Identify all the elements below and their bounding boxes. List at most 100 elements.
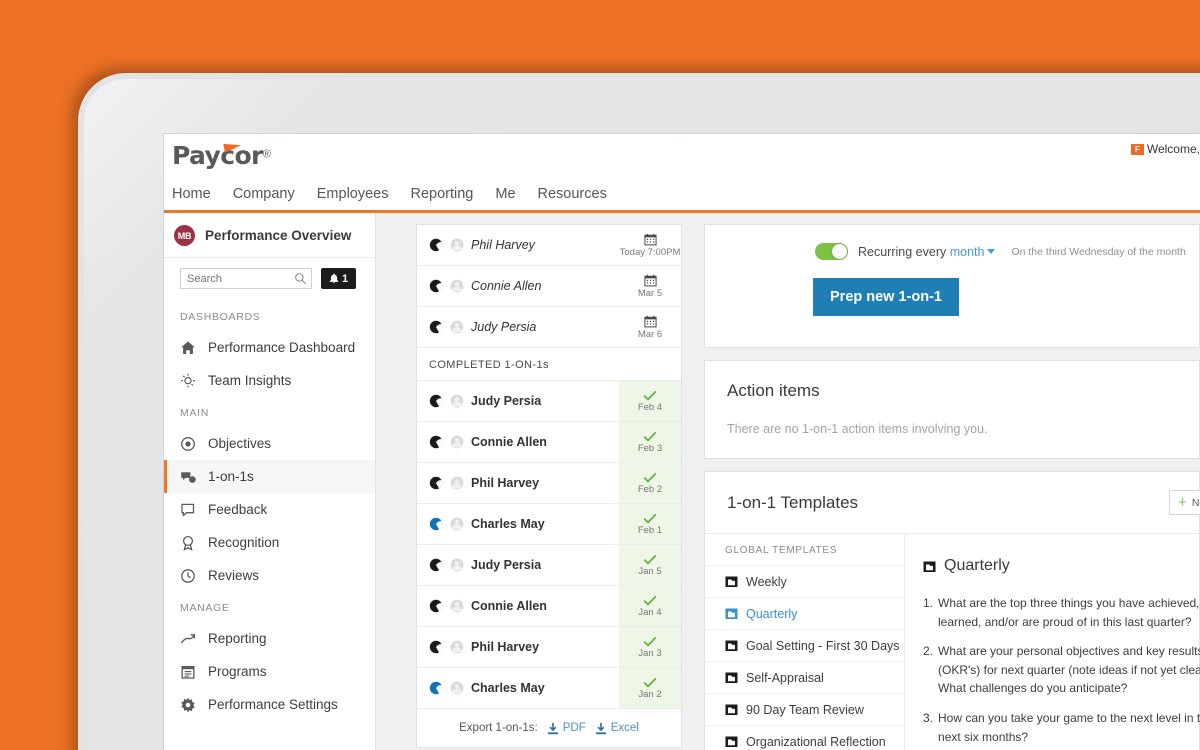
- export-pdf-link[interactable]: PDF: [547, 722, 586, 735]
- search-icon[interactable]: [294, 272, 307, 285]
- sidebar-item-team-insights[interactable]: Team Insights: [164, 364, 375, 397]
- list-item[interactable]: Judy Persia Mar 6: [417, 307, 681, 348]
- target-icon: [181, 436, 195, 451]
- paycor-logo[interactable]: Paycor®: [172, 140, 271, 170]
- table-row[interactable]: Phil Harvey Jan 3: [417, 627, 681, 668]
- nav-item-employees[interactable]: Employees: [317, 187, 401, 202]
- sidebar-item-programs[interactable]: Programs: [164, 655, 375, 688]
- question-text: What are the top three things you have a…: [938, 596, 1200, 629]
- sidebar-item-label: Reporting: [208, 631, 267, 646]
- status-circle-icon: [429, 394, 443, 408]
- sidebar-item-label: Team Insights: [208, 373, 292, 388]
- oneonone-date-cell: Jan 4: [619, 586, 681, 626]
- status-circle-icon: [429, 238, 443, 252]
- avatar-icon: [450, 517, 464, 531]
- recurring-frequency-dropdown[interactable]: month: [950, 245, 985, 259]
- brand-bar: Paycor® F Welcome,: [164, 134, 1200, 187]
- table-row[interactable]: Judy Persia Feb 4: [417, 381, 681, 422]
- template-item-weekly[interactable]: Weekly: [705, 565, 904, 597]
- table-row[interactable]: Charles May Feb 1: [417, 504, 681, 545]
- list-item[interactable]: Phil Harvey Today 7:00PM: [417, 225, 681, 266]
- sidebar-item-reporting[interactable]: Reporting: [164, 622, 375, 655]
- oneonone-date-cell: Jan 3: [619, 627, 681, 667]
- table-row[interactable]: Judy Persia Jan 5: [417, 545, 681, 586]
- oneonone-date: Jan 5: [638, 565, 662, 577]
- sidebar-item-label: Performance Settings: [208, 697, 338, 712]
- recurring-toggle[interactable]: [815, 243, 848, 260]
- sidebar-item-reviews[interactable]: Reviews: [164, 559, 375, 592]
- oneonone-person: Phil Harvey: [417, 463, 619, 503]
- plus-icon: +: [1178, 494, 1187, 511]
- sidebar-item-label: Reviews: [208, 568, 260, 583]
- avatar-icon: [450, 476, 464, 490]
- export-excel-link[interactable]: Excel: [595, 722, 639, 735]
- recurring-panel: Recurring every month On the third Wedne…: [704, 224, 1200, 348]
- prep-new-1on1-button[interactable]: Prep new 1-on-1: [813, 278, 959, 316]
- sidebar-item-objectives[interactable]: Objectives: [164, 427, 375, 460]
- table-row[interactable]: Phil Harvey Feb 2: [417, 463, 681, 504]
- table-row[interactable]: Charles May Jan 2: [417, 668, 681, 709]
- templates-title: 1-on-1 Templates: [727, 492, 859, 512]
- nav-item-resources[interactable]: Resources: [538, 187, 619, 202]
- recurring-label: Recurring every month: [858, 245, 996, 259]
- avatar-icon: [450, 279, 464, 293]
- templates-body: GLOBAL TEMPLATES Weekly Quarterly Goal S…: [705, 534, 1200, 750]
- question-number: 3.: [923, 710, 934, 725]
- avatar-icon: [450, 599, 464, 613]
- action-items-title: Action items: [727, 381, 820, 400]
- avatar-icon: [450, 320, 464, 334]
- person-name: Phil Harvey: [471, 238, 535, 252]
- nav-item-reporting[interactable]: Reporting: [410, 187, 485, 202]
- calendar-icon: [643, 274, 657, 286]
- person-name: Charles May: [471, 517, 545, 531]
- template-item-quarterly[interactable]: Quarterly: [705, 597, 904, 629]
- template-file-icon: [725, 608, 738, 619]
- avatar: MB: [174, 225, 195, 246]
- search-box[interactable]: [180, 268, 312, 289]
- oneonone-date: Jan 4: [638, 606, 662, 618]
- person-name: Charles May: [471, 681, 545, 695]
- sidebar-item-1-on-1s[interactable]: 1-on-1s: [164, 460, 375, 493]
- welcome-area[interactable]: F Welcome,: [1130, 142, 1200, 156]
- nav-item-home[interactable]: Home: [172, 187, 223, 202]
- sidebar-item-performance-dashboard[interactable]: Performance Dashboard: [164, 331, 375, 364]
- calendar-icon: [643, 233, 657, 245]
- sidebar-item-performance-settings[interactable]: Performance Settings: [164, 688, 375, 721]
- template-questions: 1. What are the top three things you hav…: [923, 594, 1200, 750]
- new-template-button[interactable]: + New ter: [1169, 490, 1200, 515]
- checkmark-icon: [643, 595, 657, 606]
- template-item-self-appraisal[interactable]: Self-Appraisal: [705, 661, 904, 693]
- nav-item-company[interactable]: Company: [233, 187, 307, 202]
- template-item-90-day-team-review[interactable]: 90 Day Team Review: [705, 693, 904, 725]
- template-item-organizational-reflection[interactable]: Organizational Reflection: [705, 725, 904, 750]
- toggle-knob: [832, 244, 847, 259]
- question-text: How can you take your game to the next l…: [938, 710, 1200, 744]
- oneonone-person: Phil Harvey: [417, 627, 619, 667]
- nav-item-me[interactable]: Me: [495, 187, 527, 202]
- person-name: Judy Persia: [471, 394, 542, 408]
- logo-registered-mark: ®: [262, 148, 271, 161]
- template-item-goal-setting[interactable]: Goal Setting - First 30 Days: [705, 629, 904, 661]
- status-circle-icon: [429, 476, 443, 490]
- sidebar-item-recognition[interactable]: Recognition: [164, 526, 375, 559]
- notification-count: 1: [342, 272, 349, 285]
- status-circle-icon: [429, 599, 443, 613]
- table-row[interactable]: Connie Allen Jan 4: [417, 586, 681, 627]
- checkmark-icon: [643, 636, 657, 647]
- list-item[interactable]: Connie Allen Mar 5: [417, 266, 681, 307]
- template-question: 2. What are your personal objectives and…: [923, 642, 1200, 698]
- table-row[interactable]: Connie Allen Feb 3: [417, 422, 681, 463]
- search-input[interactable]: [181, 269, 293, 289]
- avatar-icon: [450, 558, 464, 572]
- trend-up-icon: [180, 633, 196, 643]
- chat-bubbles-icon: [181, 471, 196, 483]
- sidebar-item-feedback[interactable]: Feedback: [164, 493, 375, 526]
- question-number: 1.: [923, 596, 934, 610]
- avatar-icon: [450, 640, 464, 654]
- notification-badge[interactable]: 1: [321, 268, 357, 289]
- sidebar-group-manage: MANAGE: [180, 602, 230, 614]
- status-circle-icon: [429, 320, 443, 334]
- checkmark-icon: [643, 472, 657, 483]
- chevron-down-icon[interactable]: [987, 248, 996, 254]
- speech-bubble-icon: [181, 503, 195, 517]
